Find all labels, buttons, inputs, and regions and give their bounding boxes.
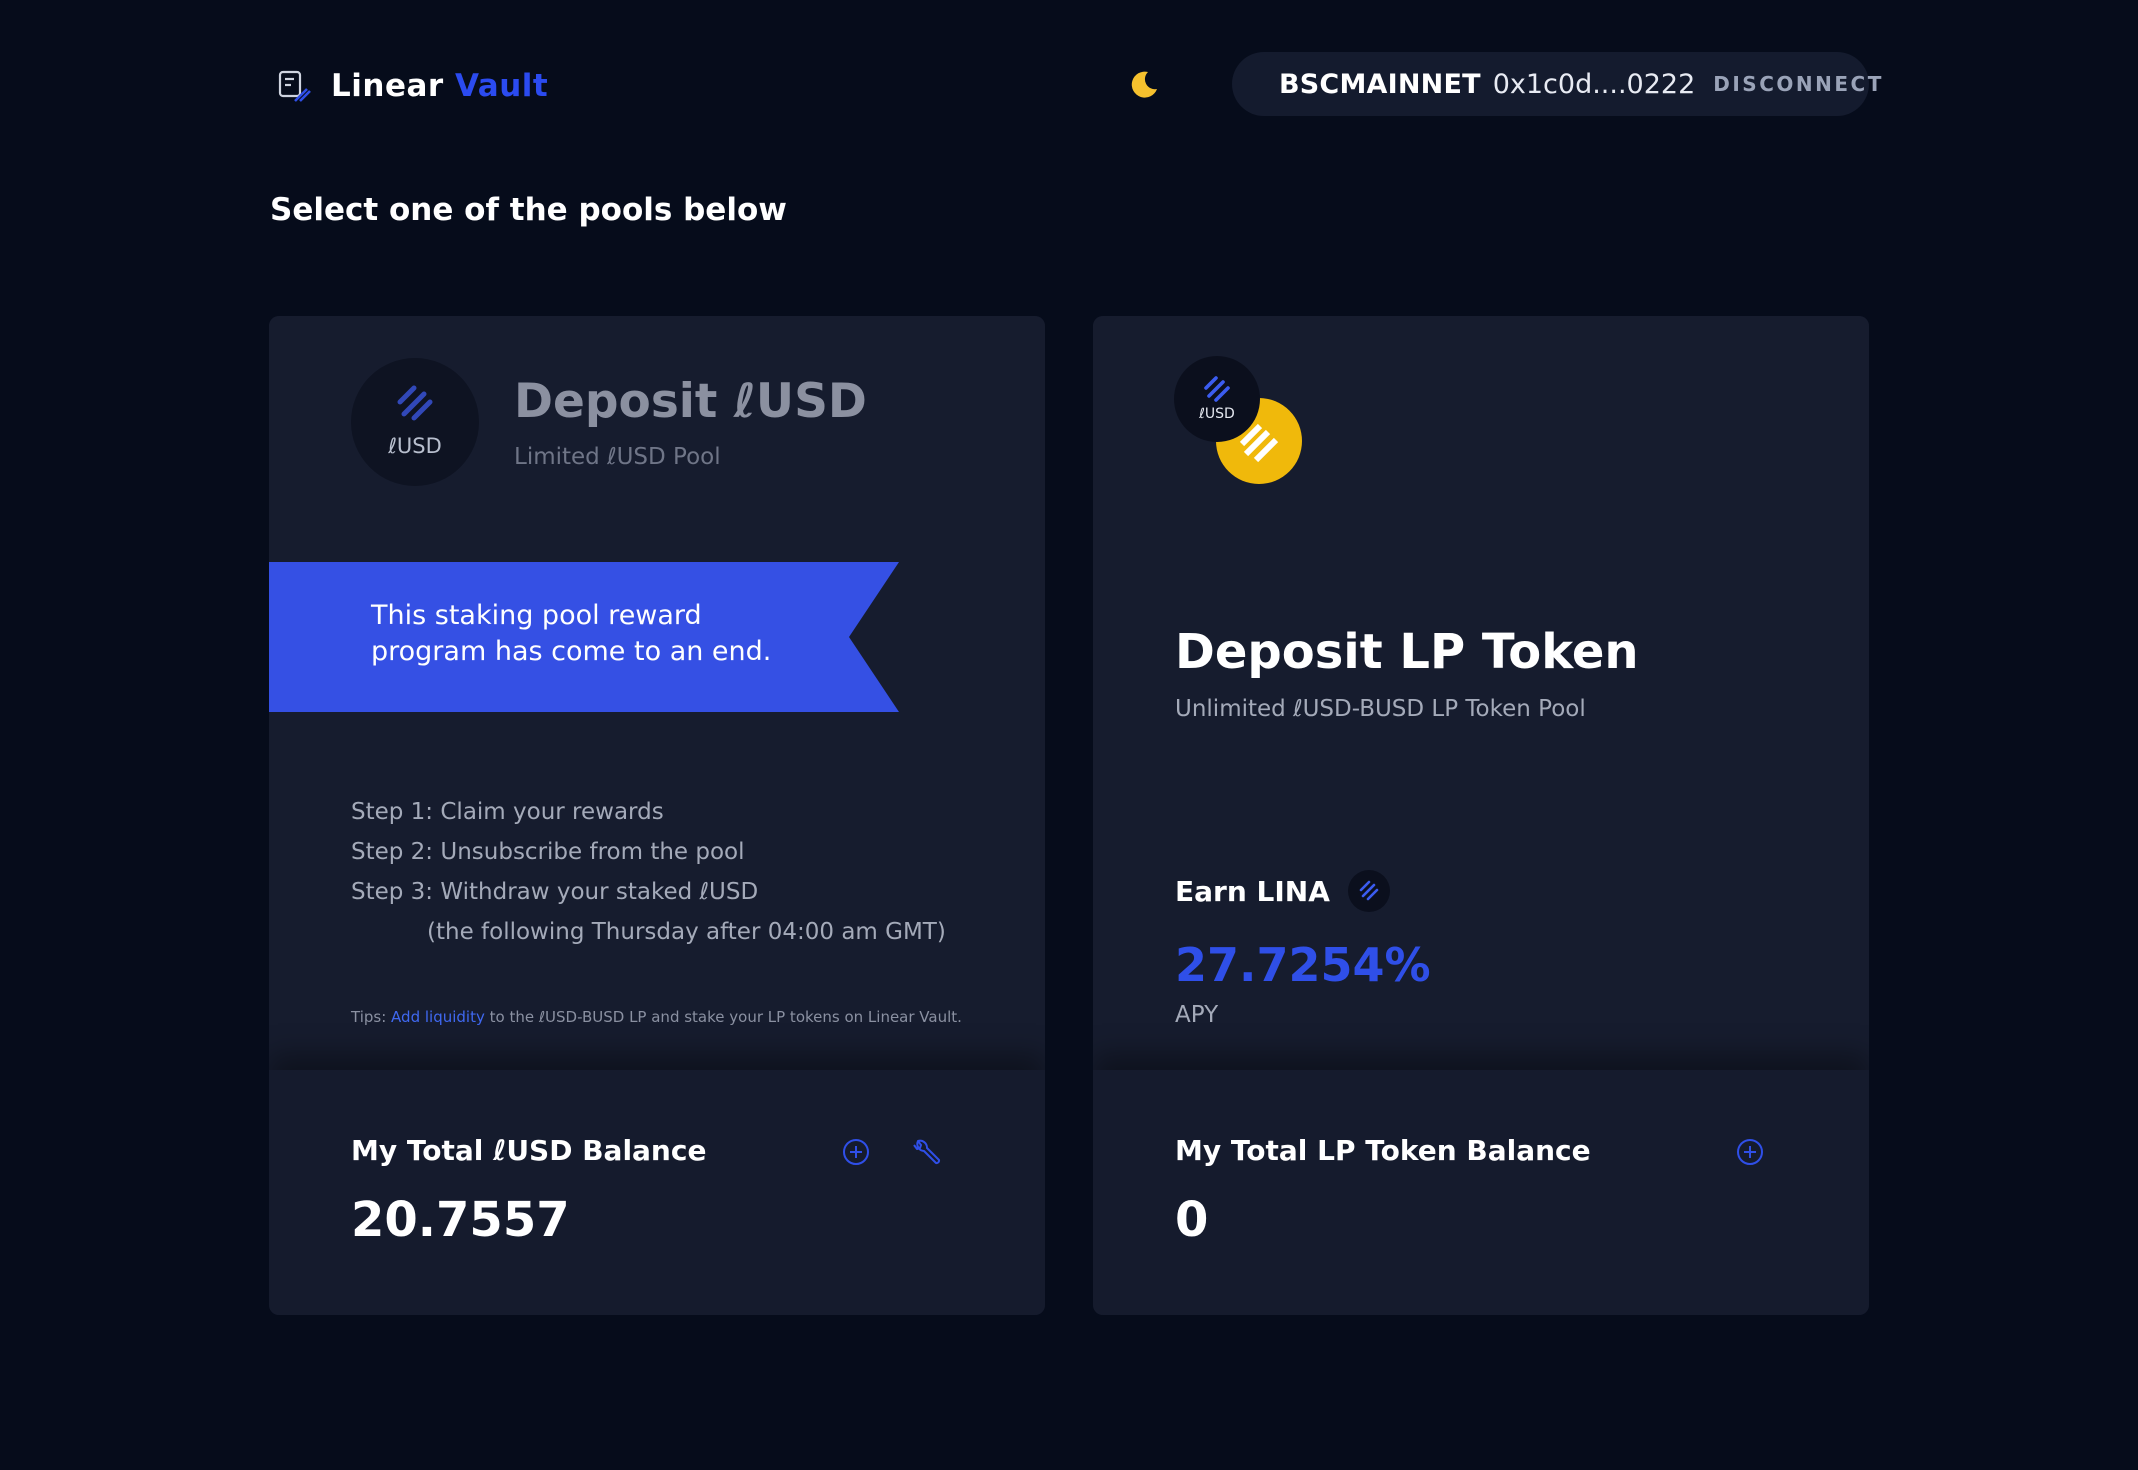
- lusd-pool-title: Deposit ℓUSD: [514, 374, 867, 429]
- step-2: Step 2: Unsubscribe from the pool: [351, 839, 745, 865]
- logo-word-linear: Linear: [331, 68, 444, 104]
- plus-circle-icon[interactable]: [842, 1138, 870, 1166]
- logo[interactable]: Linear Vault: [277, 68, 548, 104]
- apy-value: 27.7254%: [1175, 938, 1431, 992]
- wallet-pill: BSCMAINNET 0x1c0d....0222 DISCONNECT: [1232, 52, 1881, 116]
- lp-balance-value: 0: [1175, 1192, 1209, 1248]
- add-liquidity-link[interactable]: Add liquidity: [391, 1008, 485, 1026]
- lina-stripes-icon: [1204, 376, 1230, 402]
- step-3-note: (the following Thursday after 04:00 am G…: [427, 919, 946, 945]
- plus-circle-icon[interactable]: [1736, 1138, 1764, 1166]
- withdraw-steps: Step 1: Claim your rewards Step 2: Unsub…: [351, 792, 946, 952]
- lusd-coin-label: ℓUSD: [1199, 406, 1235, 422]
- apy-label: APY: [1175, 1002, 1219, 1028]
- wrench-icon[interactable]: [912, 1137, 942, 1167]
- lusd-coin-icon: ℓUSD: [351, 358, 479, 486]
- logo-word-vault: Vault: [454, 68, 549, 104]
- lina-coin-icon: [1347, 870, 1390, 912]
- disconnect-button[interactable]: DISCONNECT: [1713, 72, 1884, 96]
- lp-pool-card: ℓUSD Deposit LP Token Unlimited ℓUSD-BUS…: [1093, 316, 1869, 1315]
- lp-balance-title: My Total LP Token Balance: [1175, 1134, 1591, 1167]
- step-1: Step 1: Claim your rewards: [351, 799, 664, 825]
- tips-prefix: Tips:: [351, 1008, 387, 1026]
- page: Linear Vault BSCMAINNET 0x1c0d....0222 D…: [0, 0, 2138, 1470]
- lusd-pool-subtitle: Limited ℓUSD Pool: [514, 444, 721, 470]
- tips-suffix: to the ℓUSD-BUSD LP and stake your LP to…: [489, 1008, 962, 1026]
- ended-ribbon: This staking pool reward program has com…: [269, 562, 899, 712]
- lusd-balance-title: My Total ℓUSD Balance: [351, 1134, 707, 1167]
- lp-balance-section: [1093, 1070, 1869, 1315]
- tips-text: Tips: Add liquidity to the ℓUSD-BUSD LP …: [351, 1008, 962, 1026]
- lina-stripes-icon: [1359, 880, 1379, 901]
- lusd-busd-pair-icon: ℓUSD: [1174, 356, 1304, 486]
- lp-pool-subtitle: Unlimited ℓUSD-BUSD LP Token Pool: [1175, 696, 1586, 722]
- logo-text: Linear Vault: [331, 68, 548, 104]
- lusd-balance-value: 20.7557: [351, 1192, 570, 1248]
- linear-vault-logo-icon: [278, 70, 311, 102]
- moon-icon[interactable]: [1128, 68, 1160, 100]
- earn-label: Earn LINA: [1175, 874, 1330, 908]
- network-label: BSCMAINNET: [1279, 68, 1481, 100]
- wallet-address: 0x1c0d....0222: [1492, 68, 1696, 100]
- lp-pool-card-top: ℓUSD Deposit LP Token Unlimited ℓUSD-BUS…: [1093, 316, 1869, 1070]
- page-title: Select one of the pools below: [270, 192, 787, 228]
- lusd-pool-card: ℓUSD Deposit ℓUSD Limited ℓUSD Pool This…: [269, 316, 1045, 1315]
- lina-stripes-icon: [397, 385, 433, 421]
- lusd-pool-card-top: ℓUSD Deposit ℓUSD Limited ℓUSD Pool This…: [269, 316, 1045, 1070]
- earn-row: Earn LINA: [1175, 870, 1390, 912]
- lp-pool-title: Deposit LP Token: [1175, 624, 1639, 680]
- lusd-coin-label: ℓUSD: [388, 434, 442, 458]
- ribbon-text: This staking pool reward program has com…: [371, 600, 772, 667]
- lusd-coin-icon: ℓUSD: [1174, 356, 1260, 442]
- step-3: Step 3: Withdraw your staked ℓUSD: [351, 879, 759, 905]
